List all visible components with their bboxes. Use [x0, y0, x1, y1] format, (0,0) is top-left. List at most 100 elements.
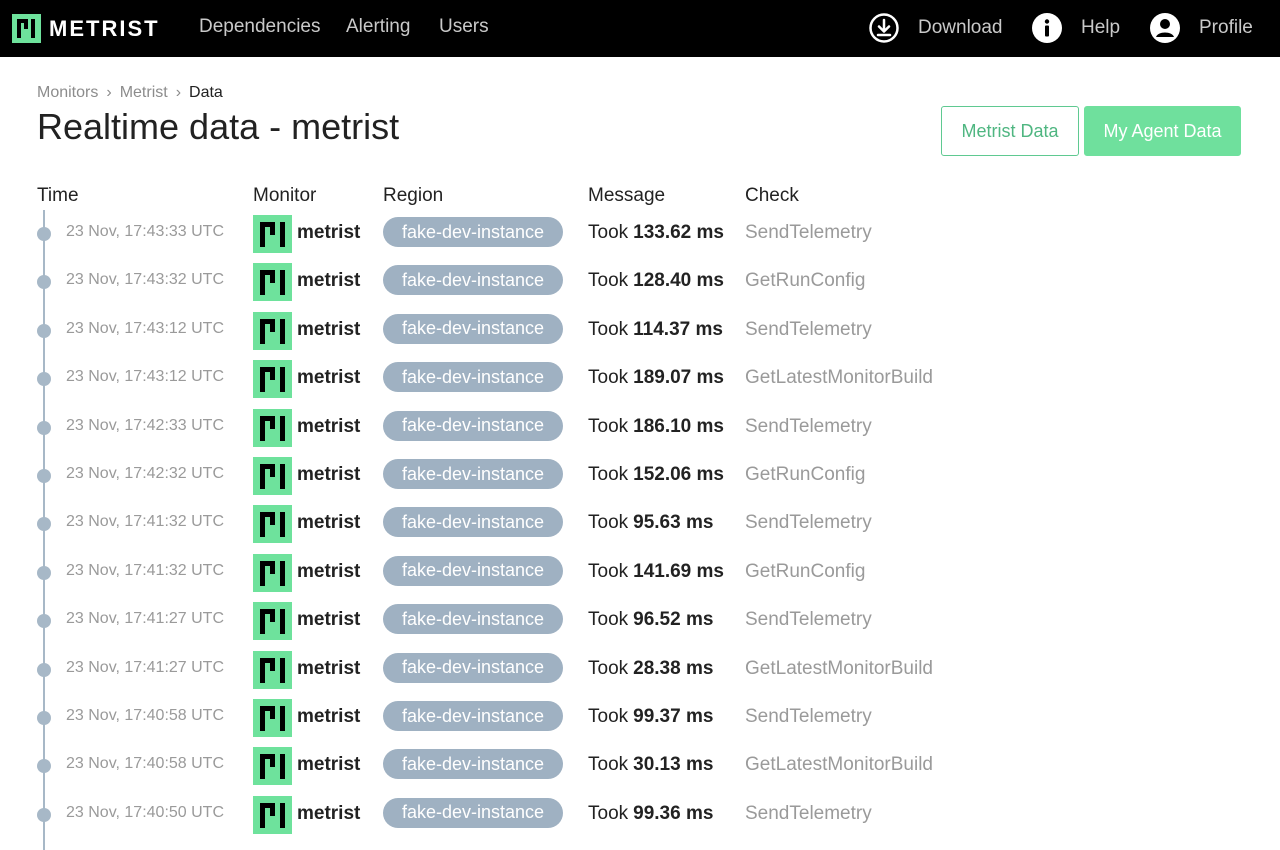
metrist-data-button[interactable]: Metrist Data — [941, 106, 1079, 156]
region-badge: fake-dev-instance — [383, 217, 563, 247]
breadcrumb-monitors[interactable]: Monitors — [37, 84, 98, 102]
row-time: 23 Nov, 17:40:58 UTC — [66, 755, 225, 773]
message-prefix: Took — [588, 222, 629, 243]
row-check: GetLatestMonitorBuild — [745, 754, 933, 776]
top-navbar: METRIST Dependencies Alerting Users Down… — [0, 0, 1280, 57]
breadcrumb-metrist[interactable]: Metrist — [120, 84, 168, 102]
column-header-message: Message — [588, 185, 666, 206]
row-duration: 99.37 ms — [633, 706, 714, 727]
row-check: GetRunConfig — [745, 270, 866, 292]
row-monitor-name[interactable]: metrist — [297, 561, 360, 583]
message-prefix: Took — [588, 464, 629, 485]
metrist-logo[interactable]: METRIST — [12, 14, 160, 43]
row-duration: 95.63 ms — [633, 512, 714, 534]
monitor-logo-icon — [253, 457, 292, 495]
row-duration: 114.37 ms — [633, 318, 723, 340]
row-monitor-name[interactable]: metrist — [297, 270, 360, 292]
timeline-dot — [37, 420, 51, 435]
monitor-logo-icon — [253, 795, 292, 834]
row-monitor-name[interactable]: metrist — [297, 609, 360, 631]
monitor-logo-icon — [253, 263, 292, 302]
region-badge: fake-dev-instance — [383, 701, 563, 731]
nav-users[interactable]: Users — [439, 16, 489, 38]
message-prefix: Took — [588, 609, 629, 631]
region-badge: fake-dev-instance — [383, 652, 563, 683]
row-duration: 141.69 ms — [633, 560, 724, 582]
row-monitor-name[interactable]: metrist — [297, 319, 360, 341]
profile-label: Profile — [1199, 17, 1253, 38]
row-monitor-name[interactable]: metrist — [297, 658, 360, 680]
table-row: 23 Nov, 17:43:33 UTC metrist fake-dev-in… — [0, 210, 1280, 258]
row-monitor-name[interactable]: metrist — [297, 464, 360, 486]
chevron-right-icon: › — [106, 84, 112, 101]
region-badge: fake-dev-instance — [383, 604, 563, 635]
timeline-dot — [37, 275, 51, 290]
timeline-dot — [37, 759, 51, 774]
row-message: Took 133.62 ms — [588, 222, 724, 244]
monitor-logo-icon — [253, 360, 292, 399]
row-check: SendTelemetry — [745, 415, 872, 437]
column-header-time: Time — [37, 185, 79, 206]
message-prefix: Took — [588, 270, 629, 292]
help-link[interactable]: Help — [1031, 12, 1120, 44]
timeline-dot — [37, 662, 51, 677]
row-check: SendTelemetry — [745, 802, 872, 824]
download-label: Download — [918, 17, 1003, 38]
monitor-logo-icon — [253, 699, 292, 737]
profile-link[interactable]: Profile — [1149, 12, 1253, 44]
row-monitor-name[interactable]: metrist — [297, 706, 360, 728]
breadcrumb: Monitors › Metrist › Data — [37, 84, 223, 102]
monitor-logo-icon — [253, 215, 292, 253]
row-message: Took 152.06 ms — [588, 464, 724, 486]
message-prefix: Took — [588, 512, 629, 534]
message-prefix: Took — [588, 657, 629, 679]
brand-name: METRIST — [49, 15, 160, 41]
message-prefix: Took — [588, 318, 629, 340]
row-monitor-name[interactable]: metrist — [297, 222, 360, 244]
region-badge: fake-dev-instance — [383, 459, 563, 489]
user-avatar-icon — [1149, 12, 1181, 44]
row-monitor-name[interactable]: metrist — [297, 803, 360, 825]
row-monitor-name[interactable]: metrist — [297, 512, 360, 534]
timeline-dot — [37, 372, 51, 387]
table-row: 23 Nov, 17:40:58 UTC metrist fake-dev-in… — [0, 742, 1280, 790]
timeline-dot — [37, 565, 51, 580]
row-time: 23 Nov, 17:43:12 UTC — [66, 368, 225, 386]
monitor-logo-icon — [253, 505, 292, 544]
breadcrumb-current: Data — [189, 84, 223, 101]
chevron-right-icon: › — [175, 84, 182, 101]
row-duration: 133.62 ms — [633, 222, 724, 243]
table-row: 23 Nov, 17:43:12 UTC metrist fake-dev-in… — [0, 355, 1280, 403]
region-badge: fake-dev-instance — [383, 749, 563, 780]
monitor-logo-icon — [253, 553, 292, 592]
row-check: SendTelemetry — [745, 222, 872, 243]
nav-dependencies[interactable]: Dependencies — [199, 16, 320, 38]
row-monitor-name[interactable]: metrist — [297, 416, 360, 438]
timeline-dot — [37, 517, 51, 532]
row-monitor-name[interactable]: metrist — [297, 754, 360, 776]
monitor-logo-icon — [253, 311, 292, 350]
help-label: Help — [1081, 17, 1121, 38]
row-check: GetRunConfig — [745, 560, 866, 582]
region-badge: fake-dev-instance — [383, 555, 563, 586]
column-header-check: Check — [745, 185, 799, 206]
row-message: Took 128.40 ms — [588, 270, 724, 292]
message-prefix: Took — [588, 706, 629, 727]
row-monitor-name[interactable]: metrist — [297, 367, 360, 389]
row-message: Took 186.10 ms — [588, 416, 724, 438]
message-prefix: Took — [588, 367, 629, 389]
row-message: Took 96.52 ms — [588, 609, 713, 631]
download-link[interactable]: Download — [868, 12, 1003, 44]
my-agent-data-button[interactable]: My Agent Data — [1084, 106, 1241, 156]
row-check: SendTelemetry — [745, 512, 872, 534]
row-duration: 189.07 ms — [633, 367, 724, 389]
monitor-logo-icon — [253, 602, 292, 641]
table-row: 23 Nov, 17:40:58 UTC metrist fake-dev-in… — [0, 694, 1280, 742]
timeline-dot — [37, 323, 51, 338]
nav-alerting[interactable]: Alerting — [346, 16, 410, 38]
row-message: Took 30.13 ms — [588, 754, 713, 776]
table-row: 23 Nov, 17:41:27 UTC metrist fake-dev-in… — [0, 597, 1280, 645]
timeline-dot — [37, 227, 51, 241]
row-check: SendTelemetry — [745, 706, 872, 727]
row-time: 23 Nov, 17:41:27 UTC — [66, 658, 225, 676]
